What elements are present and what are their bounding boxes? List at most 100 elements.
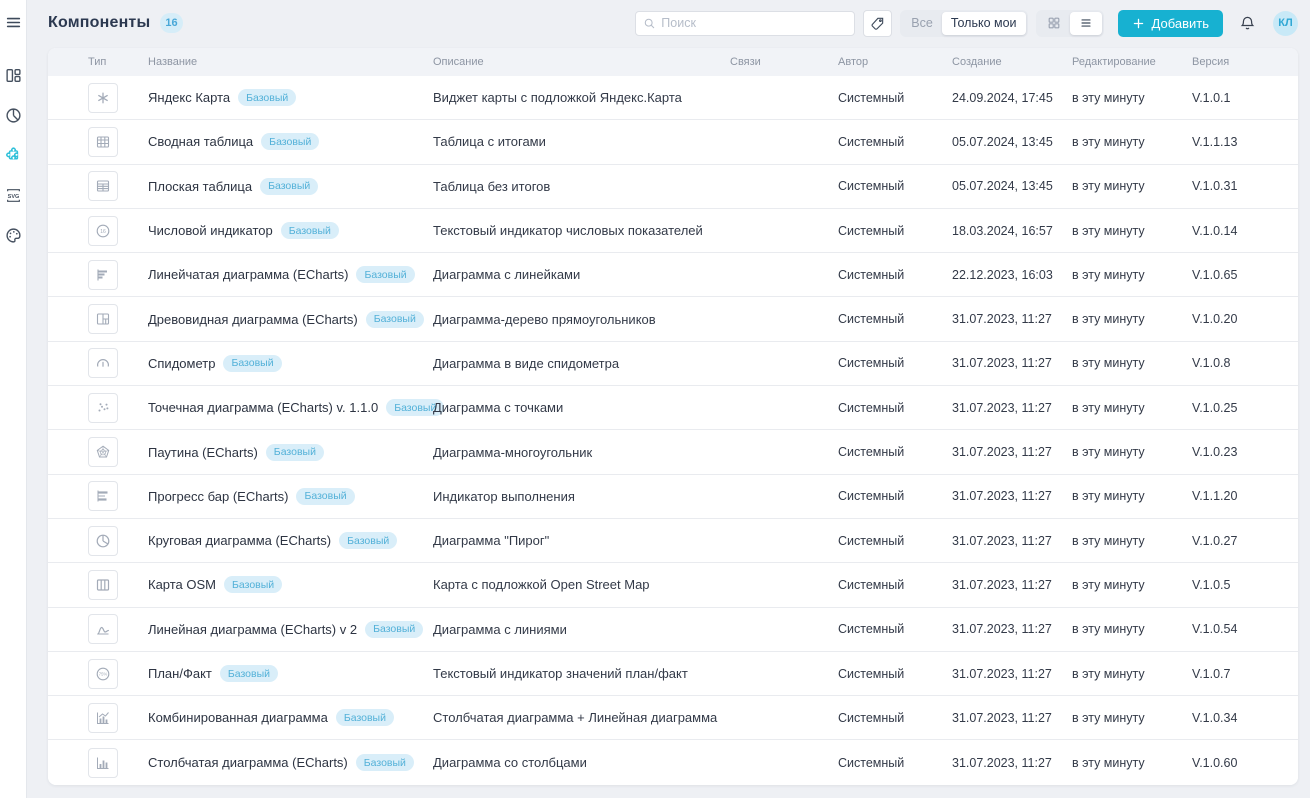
description-cell: Таблица без итогов xyxy=(433,179,730,194)
edited-cell: в эту минуту xyxy=(1072,756,1192,770)
table-row[interactable]: Комбинированная диаграмма Базовый Столбч… xyxy=(48,696,1298,740)
created-cell: 24.09.2024, 17:45 xyxy=(952,91,1072,105)
column-header-author: Автор xyxy=(838,56,952,68)
list-view-button[interactable] xyxy=(1070,12,1102,35)
palette-icon xyxy=(5,227,22,244)
component-name: Карта OSM xyxy=(148,577,216,592)
table-row[interactable]: Круговая диаграмма (ECharts) Базовый Диа… xyxy=(48,519,1298,563)
description-cell: Диаграмма со столбцами xyxy=(433,755,730,770)
type-cell xyxy=(88,526,148,556)
filter-mine-option[interactable]: Только мои xyxy=(942,12,1026,35)
status-badge: Базовый xyxy=(281,222,339,239)
component-name: Плоская таблица xyxy=(148,179,252,194)
page-title: Компоненты xyxy=(48,14,150,32)
name-cell: Прогресс бар (ECharts) Базовый xyxy=(148,488,433,505)
created-cell: 31.07.2023, 11:27 xyxy=(952,401,1072,415)
component-name: План/Факт xyxy=(148,666,212,681)
type-cell xyxy=(88,703,148,733)
edited-cell: в эту минуту xyxy=(1072,268,1192,282)
version-cell: V.1.0.7 xyxy=(1192,667,1298,681)
edited-cell: в эту минуту xyxy=(1072,224,1192,238)
table-row[interactable]: Плоская таблица Базовый Таблица без итог… xyxy=(48,165,1298,209)
flat-table-icon xyxy=(88,171,118,201)
sidebar-item-svg-assets[interactable]: SVG xyxy=(0,175,27,215)
name-cell: Линейчатая диаграмма (ECharts) Базовый xyxy=(148,266,433,283)
notifications-button[interactable] xyxy=(1239,15,1256,32)
svg-icon: SVG xyxy=(5,187,22,204)
table-row[interactable]: Карта OSM Базовый Карта с подложкой Open… xyxy=(48,563,1298,607)
name-cell: Паутина (ECharts) Базовый xyxy=(148,444,433,461)
version-cell: V.1.0.27 xyxy=(1192,534,1298,548)
version-cell: V.1.0.1 xyxy=(1192,91,1298,105)
sidebar-item-dashboards[interactable] xyxy=(0,55,27,95)
map-icon xyxy=(88,570,118,600)
table-row[interactable]: Сводная таблица Базовый Таблица с итогам… xyxy=(48,120,1298,164)
sidebar-item-palette[interactable] xyxy=(0,215,27,255)
version-cell: V.1.0.65 xyxy=(1192,268,1298,282)
version-cell: V.1.0.14 xyxy=(1192,224,1298,238)
edited-cell: в эту минуту xyxy=(1072,534,1192,548)
name-cell: Комбинированная диаграмма Базовый xyxy=(148,709,433,726)
add-button[interactable]: Добавить xyxy=(1118,10,1223,37)
sidebar-item-components[interactable] xyxy=(0,135,27,175)
tag-icon xyxy=(870,16,885,31)
table-row[interactable]: Линейчатая диаграмма (ECharts) Базовый Д… xyxy=(48,253,1298,297)
plan-fact-icon: 75% xyxy=(88,659,118,689)
type-cell xyxy=(88,127,148,157)
table-body: Яндекс Карта Базовый Виджет карты с подл… xyxy=(48,76,1298,785)
table-row[interactable]: Линейная диаграмма (ECharts) v 2 Базовый… xyxy=(48,608,1298,652)
column-header-description: Описание xyxy=(433,56,730,68)
name-cell: Плоская таблица Базовый xyxy=(148,178,433,195)
component-name: Круговая диаграмма (ECharts) xyxy=(148,533,331,548)
table-row[interactable]: 16 Числовой индикатор Базовый Текстовый … xyxy=(48,209,1298,253)
table-row[interactable]: Паутина (ECharts) Базовый Диаграмма-мног… xyxy=(48,430,1298,474)
description-cell: Текстовый индикатор числовых показателей xyxy=(433,223,730,238)
author-cell: Системный xyxy=(838,756,952,770)
created-cell: 31.07.2023, 11:27 xyxy=(952,711,1072,725)
count-badge: 16 xyxy=(160,13,182,33)
gauge-icon xyxy=(88,348,118,378)
name-cell: Яндекс Карта Базовый xyxy=(148,89,433,106)
column-header-version: Версия xyxy=(1192,56,1298,68)
table-row[interactable]: Древовидная диаграмма (ECharts) Базовый … xyxy=(48,297,1298,341)
description-cell: Диаграмма с точками xyxy=(433,400,730,415)
type-cell xyxy=(88,304,148,334)
component-name: Древовидная диаграмма (ECharts) xyxy=(148,312,358,327)
description-cell: Диаграмма в виде спидометра xyxy=(433,356,730,371)
name-cell: Точечная диаграмма (ECharts) v. 1.1.0 Ба… xyxy=(148,399,433,416)
version-cell: V.1.0.20 xyxy=(1192,312,1298,326)
component-name: Столбчатая диаграмма (ECharts) xyxy=(148,755,348,770)
progress-icon xyxy=(88,481,118,511)
type-cell xyxy=(88,437,148,467)
created-cell: 31.07.2023, 11:27 xyxy=(952,445,1072,459)
table-row[interactable]: Точечная диаграмма (ECharts) v. 1.1.0 Ба… xyxy=(48,386,1298,430)
edited-cell: в эту минуту xyxy=(1072,135,1192,149)
columns-icon xyxy=(88,748,118,778)
table-row[interactable]: Спидометр Базовый Диаграмма в виде спидо… xyxy=(48,342,1298,386)
component-name: Прогресс бар (ECharts) xyxy=(148,489,288,504)
filter-all-option[interactable]: Все xyxy=(902,12,942,35)
grid-view-button[interactable] xyxy=(1038,12,1070,35)
table-row[interactable]: Столбчатая диаграмма (ECharts) Базовый Д… xyxy=(48,740,1298,784)
type-cell: 16 xyxy=(88,216,148,246)
column-header-name: Название xyxy=(148,56,433,68)
table-row[interactable]: Прогресс бар (ECharts) Базовый Индикатор… xyxy=(48,475,1298,519)
search-input[interactable] xyxy=(661,16,847,30)
avatar[interactable]: КЛ xyxy=(1273,11,1298,36)
pivot-table-icon xyxy=(88,127,118,157)
table-row[interactable]: Яндекс Карта Базовый Виджет карты с подл… xyxy=(48,76,1298,120)
version-cell: V.1.0.5 xyxy=(1192,578,1298,592)
author-cell: Системный xyxy=(838,534,952,548)
hamburger-menu-icon[interactable] xyxy=(5,14,22,31)
author-cell: Системный xyxy=(838,312,952,326)
column-header-links: Связи xyxy=(730,56,838,68)
edited-cell: в эту минуту xyxy=(1072,711,1192,725)
column-header-created: Создание xyxy=(952,56,1072,68)
sidebar-item-analytics[interactable] xyxy=(0,95,27,135)
description-cell: Карта с подложкой Open Street Map xyxy=(433,577,730,592)
name-cell: Числовой индикатор Базовый xyxy=(148,222,433,239)
component-name: Яндекс Карта xyxy=(148,90,230,105)
description-cell: Диаграмма-многоугольник xyxy=(433,445,730,460)
tags-filter-button[interactable] xyxy=(863,10,892,37)
table-row[interactable]: 75% План/Факт Базовый Текстовый индикато… xyxy=(48,652,1298,696)
